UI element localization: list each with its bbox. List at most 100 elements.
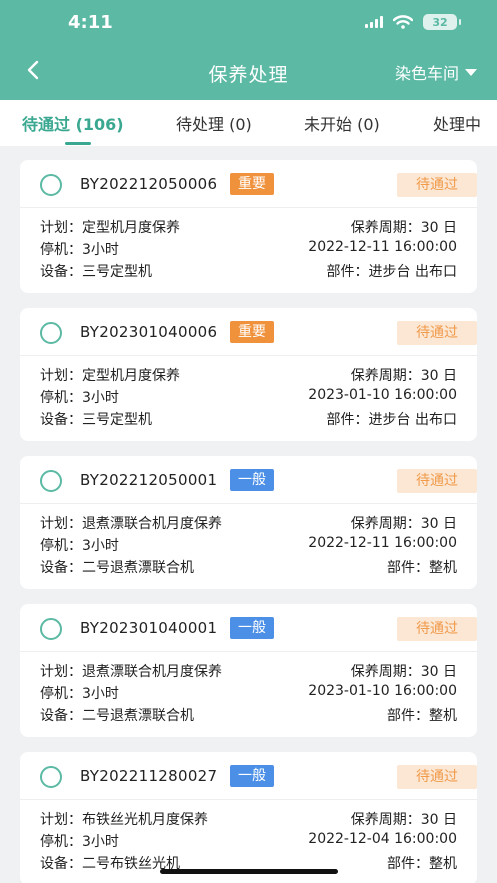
maintenance-card[interactable]: BY202301040006 重要 待通过 计划：定型机月度保养 保养周期：30… xyxy=(20,308,477,441)
maintenance-card[interactable]: BY202212050001 一般 待通过 计划：退煮漂联合机月度保养 保养周期… xyxy=(20,456,477,589)
card-header: BY202212050001 一般 待通过 xyxy=(20,456,477,504)
equip-value: 三号定型机 xyxy=(82,264,152,280)
status-time: 4:11 xyxy=(68,12,113,33)
priority-badge: 一般 xyxy=(230,765,274,787)
equip-label: 设备： xyxy=(40,412,82,428)
status-badge: 待通过 xyxy=(397,173,477,197)
order-code: BY202212050001 xyxy=(80,471,218,489)
tab-in-progress[interactable]: 处理中 xyxy=(433,111,481,135)
part-value: 进步台 出布口 xyxy=(368,264,457,280)
card-header: BY202212050006 重要 待通过 xyxy=(20,160,477,208)
tab-pending-process[interactable]: 待处理 (0) xyxy=(176,111,252,135)
part-label: 部件： xyxy=(326,264,369,280)
part-label: 部件： xyxy=(387,856,429,872)
select-radio[interactable] xyxy=(40,174,62,196)
plan-value: 退煮漂联合机月度保养 xyxy=(82,516,222,532)
plan-value: 定型机月度保养 xyxy=(82,220,180,236)
time-value: 2023-01-10 16:00:00 xyxy=(308,387,457,403)
stop-label: 停机： xyxy=(40,242,82,258)
stop-label: 停机： xyxy=(40,390,82,406)
stop-row: 停机：3小时 2023-01-10 16:00:00 xyxy=(40,387,457,407)
status-badge: 待通过 xyxy=(397,617,477,641)
cycle-label: 保养周期： xyxy=(350,664,421,680)
equip-label: 设备： xyxy=(40,264,82,280)
plan-row: 计划：退煮漂联合机月度保养 保养周期：30 日 xyxy=(40,661,457,681)
part-value: 进步台 出布口 xyxy=(368,412,457,428)
plan-row: 计划：定型机月度保养 保养周期：30 日 xyxy=(40,217,457,237)
time-value: 2022-12-11 16:00:00 xyxy=(308,239,457,255)
part-label: 部件： xyxy=(387,708,429,724)
cycle-value: 30 日 xyxy=(420,812,457,828)
equip-label: 设备： xyxy=(40,856,82,872)
caret-down-icon xyxy=(465,68,477,76)
priority-badge: 一般 xyxy=(230,617,274,639)
part-label: 部件： xyxy=(387,560,429,576)
status-badge: 待通过 xyxy=(397,321,477,345)
order-code: BY202301040006 xyxy=(80,323,218,341)
plan-label: 计划： xyxy=(40,516,82,532)
part-label: 部件： xyxy=(326,412,369,428)
plan-label: 计划： xyxy=(40,812,82,828)
part-value: 整机 xyxy=(429,856,457,872)
stop-value: 3小时 xyxy=(82,390,119,406)
equip-row: 设备：二号退煮漂联合机 部件：整机 xyxy=(40,557,457,577)
status-tabs: 待通过 (106) 待处理 (0) 未开始 (0) 处理中 xyxy=(0,100,497,146)
select-radio[interactable] xyxy=(40,766,62,788)
select-radio[interactable] xyxy=(40,470,62,492)
plan-label: 计划： xyxy=(40,220,82,236)
card-header: BY202301040006 重要 待通过 xyxy=(20,308,477,356)
cycle-value: 30 日 xyxy=(420,516,457,532)
cycle-value: 30 日 xyxy=(420,220,457,236)
equip-row: 设备：二号退煮漂联合机 部件：整机 xyxy=(40,705,457,725)
cycle-label: 保养周期： xyxy=(350,812,421,828)
equip-value: 三号定型机 xyxy=(82,412,152,428)
card-header: BY202211280027 一般 待通过 xyxy=(20,752,477,800)
order-code: BY202301040001 xyxy=(80,619,218,637)
stop-row: 停机：3小时 2022-12-11 16:00:00 xyxy=(40,239,457,259)
tab-underline xyxy=(65,142,91,145)
maintenance-card[interactable]: BY202212050006 重要 待通过 计划：定型机月度保养 保养周期：30… xyxy=(20,160,477,293)
cycle-label: 保养周期： xyxy=(350,220,421,236)
priority-badge: 重要 xyxy=(230,321,274,343)
signal-icon xyxy=(365,16,383,28)
equip-row: 设备：三号定型机 部件：进步台 出布口 xyxy=(40,409,457,429)
cycle-label: 保养周期： xyxy=(350,516,421,532)
cycle-label: 保养周期： xyxy=(350,368,421,384)
plan-value: 定型机月度保养 xyxy=(82,368,180,384)
maintenance-card[interactable]: BY202211280027 一般 待通过 计划：布铁丝光机月度保养 保养周期：… xyxy=(20,752,477,883)
stop-label: 停机： xyxy=(40,686,82,702)
time-value: 2022-12-04 16:00:00 xyxy=(308,831,457,847)
stop-value: 3小时 xyxy=(82,686,119,702)
plan-label: 计划： xyxy=(40,368,82,384)
plan-row: 计划：退煮漂联合机月度保养 保养周期：30 日 xyxy=(40,513,457,533)
stop-row: 停机：3小时 2022-12-04 16:00:00 xyxy=(40,831,457,851)
maintenance-card[interactable]: BY202301040001 一般 待通过 计划：退煮漂联合机月度保养 保养周期… xyxy=(20,604,477,737)
stop-value: 3小时 xyxy=(82,538,119,554)
priority-badge: 重要 xyxy=(230,173,274,195)
stop-label: 停机： xyxy=(40,538,82,554)
plan-value: 布铁丝光机月度保养 xyxy=(82,812,208,828)
tab-not-started[interactable]: 未开始 (0) xyxy=(304,111,380,135)
cycle-value: 30 日 xyxy=(420,368,457,384)
select-radio[interactable] xyxy=(40,618,62,640)
order-code: BY202212050006 xyxy=(80,175,218,193)
tab-pending-approval[interactable]: 待通过 (106) xyxy=(22,111,124,135)
equip-row: 设备：三号定型机 部件：进步台 出布口 xyxy=(40,261,457,281)
plan-value: 退煮漂联合机月度保养 xyxy=(82,664,222,680)
home-indicator xyxy=(160,869,338,874)
equip-label: 设备： xyxy=(40,560,82,576)
status-badge: 待通过 xyxy=(397,765,477,789)
time-value: 2022-12-11 16:00:00 xyxy=(308,535,457,551)
equip-value: 二号退煮漂联合机 xyxy=(82,708,194,724)
app-header: 4:11 32 保养处理 染色车间 xyxy=(0,0,497,100)
equip-value: 二号退煮漂联合机 xyxy=(82,560,194,576)
plan-row: 计划：定型机月度保养 保养周期：30 日 xyxy=(40,365,457,385)
cycle-value: 30 日 xyxy=(420,664,457,680)
part-value: 整机 xyxy=(429,708,457,724)
select-radio[interactable] xyxy=(40,322,62,344)
plan-row: 计划：布铁丝光机月度保养 保养周期：30 日 xyxy=(40,809,457,829)
card-header: BY202301040001 一般 待通过 xyxy=(20,604,477,652)
priority-badge: 一般 xyxy=(230,469,274,491)
stop-row: 停机：3小时 2023-01-10 16:00:00 xyxy=(40,683,457,703)
workshop-dropdown[interactable]: 染色车间 xyxy=(395,60,477,84)
